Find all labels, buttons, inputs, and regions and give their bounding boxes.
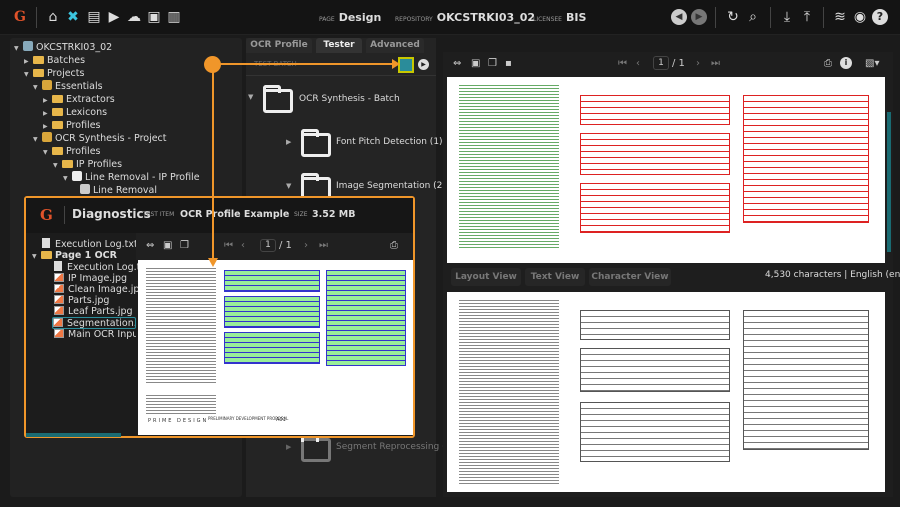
tab-advanced[interactable]: Advanced [366, 38, 424, 53]
user-icon[interactable]: ◉ [852, 9, 868, 25]
batch-name[interactable]: OCR Synthesis - Batch [299, 94, 400, 104]
doc-footer: PRIME DESIGN [148, 418, 209, 424]
tab-character-view[interactable]: Character View [589, 268, 671, 286]
tree-node-project-profiles[interactable]: ▼ Profiles [43, 145, 101, 158]
file-execution-log[interactable]: Execution Log.txt [42, 238, 138, 250]
tree-node-projects[interactable]: ▼ Projects [24, 67, 84, 80]
pages-icon[interactable]: ❐ [488, 58, 497, 69]
tree-node-batches[interactable]: ▶ Batches [24, 54, 85, 67]
prev-page-icon[interactable]: ‹ [636, 58, 640, 69]
page-label: PAGE [319, 16, 335, 23]
chart-icon[interactable]: ▥ [166, 9, 182, 25]
print-icon[interactable]: ⎙ [390, 240, 398, 251]
image-icon[interactable]: ▪ [505, 58, 512, 69]
page-value: Design [338, 11, 382, 24]
page-total: / 1 [279, 240, 292, 251]
download-icon[interactable]: ⤓ [779, 9, 795, 25]
folder-icon [263, 85, 293, 113]
test-item-value: OCR Profile Example [180, 209, 290, 220]
tree-node-ocr-synthesis-project[interactable]: ▼ OCR Synthesis - Project [33, 132, 167, 145]
tree-node-repository[interactable]: ▼ OKCSTRKI03_02 [14, 41, 112, 54]
file-segmentation-selected[interactable]: Segmentation.jpg [52, 317, 136, 329]
document-viewer: ⇔ ▣ ❐ ▪ ⏮ ‹ 1 / 1 › ⏭ ⎙ i ▧▾ Layout View… [443, 52, 900, 497]
first-page-icon[interactable]: ⏮ [618, 58, 627, 69]
text-view-page [447, 292, 885, 492]
fit-page-icon[interactable]: ▣ [471, 58, 480, 69]
tab-text-view[interactable]: Text View [525, 268, 585, 286]
tab-tester[interactable]: Tester [316, 38, 362, 53]
forward-icon[interactable]: ▶ [691, 9, 707, 25]
repository-label: REPOSITORY [395, 16, 433, 23]
file-main-ocr-input[interactable]: Main OCR Input.jpg [54, 329, 136, 341]
folder-image-segmentation[interactable]: Image Segmentation (2) [336, 181, 446, 191]
document-page [447, 77, 885, 263]
licensee-label: LICENSEE [533, 16, 562, 23]
home-icon[interactable]: ⌂ [45, 9, 61, 25]
tree-node-profiles[interactable]: ▶ Profiles [43, 119, 101, 132]
prev-page-icon[interactable]: ‹ [241, 240, 245, 251]
fit-width-icon[interactable]: ⇔ [453, 58, 461, 69]
help-icon[interactable]: ? [872, 9, 888, 25]
tree-node-extractors[interactable]: ▶ Extractors [43, 93, 115, 106]
tree-node-lexicons[interactable]: ▶ Lexicons [43, 106, 107, 119]
tree-node-line-removal-profile[interactable]: ▼ Line Removal - IP Profile [63, 171, 200, 184]
character-count-status: 4,530 characters | English (en) [765, 270, 900, 280]
pages-icon[interactable]: ❐ [180, 240, 189, 251]
tree-node-essentials[interactable]: ▼ Essentials [33, 80, 103, 93]
size-label: SIZE [294, 211, 308, 218]
diagnostics-button[interactable] [398, 57, 414, 73]
scrollbar[interactable] [887, 112, 891, 252]
page-input[interactable]: 1 [653, 56, 669, 70]
first-page-icon[interactable]: ⏮ [224, 240, 233, 251]
size-value: 3.52 MB [312, 209, 356, 220]
database-icon[interactable]: ≋ [832, 9, 848, 25]
upload-icon[interactable]: ⤒ [799, 9, 815, 25]
folder-segment-reprocessing[interactable]: Segment Reprocessing (5) [336, 442, 455, 452]
archive-icon[interactable]: ▤ [86, 9, 102, 25]
tree-node-ip-profiles[interactable]: ▼ IP Profiles [53, 158, 122, 171]
page-input[interactable]: 1 [260, 239, 276, 252]
lock-bag-icon[interactable]: ▣ [146, 9, 162, 25]
image-select-dropdown[interactable]: ▧▾ [865, 58, 879, 69]
scrollbar[interactable] [26, 433, 121, 437]
next-page-icon[interactable]: › [304, 240, 308, 251]
print-icon[interactable]: ⎙ [824, 58, 832, 69]
refresh-icon[interactable]: ↻ [725, 9, 741, 25]
fit-page-icon[interactable]: ▣ [163, 240, 172, 251]
licensee-value: BIS [565, 11, 587, 24]
doc-sheet: A01 [276, 417, 286, 423]
diagnostics-title: Diagnostics [72, 207, 151, 221]
test-item-label: TEST ITEM [143, 211, 175, 218]
file-page-execution-log[interactable]: Execution Log.txt [54, 261, 150, 273]
app-logo: G [40, 206, 53, 224]
tab-layout-view[interactable]: Layout View [451, 268, 521, 286]
fit-width-icon[interactable]: ⇔ [146, 240, 154, 251]
folder-icon [301, 434, 331, 462]
media-icon[interactable]: ▶ [106, 9, 122, 25]
diagnostics-window: G Diagnostics TEST ITEM OCR Profile Exam… [24, 196, 415, 438]
segmentation-image: PRIME DESIGN PRELIMINARY DEVELOPMENT PRO… [138, 260, 413, 435]
search-icon[interactable]: ⌕ [745, 9, 761, 25]
app-logo: G [14, 9, 26, 25]
cloud-upload-icon[interactable]: ☁ [126, 9, 142, 25]
tab-ocr-profile[interactable]: OCR Profile [246, 38, 312, 53]
next-page-icon[interactable]: › [696, 58, 700, 69]
page-total: / 1 [672, 58, 685, 69]
info-icon[interactable]: i [840, 57, 852, 69]
last-page-icon[interactable]: ⏭ [711, 58, 720, 69]
last-page-icon[interactable]: ⏭ [319, 240, 328, 251]
folder-icon [301, 129, 331, 157]
folder-font-pitch[interactable]: Font Pitch Detection (1) [336, 137, 443, 147]
top-bar: G ⌂ ✖ ▤ ▶ ☁ ▣ ▥ PAGE Design REPOSITORY OKC… [0, 0, 900, 35]
repository-value: OKCSTRKI03_02 [436, 11, 536, 24]
back-icon[interactable]: ◀ [671, 9, 687, 25]
run-button[interactable]: ▶ [418, 59, 429, 70]
tools-icon[interactable]: ✖ [65, 9, 81, 25]
